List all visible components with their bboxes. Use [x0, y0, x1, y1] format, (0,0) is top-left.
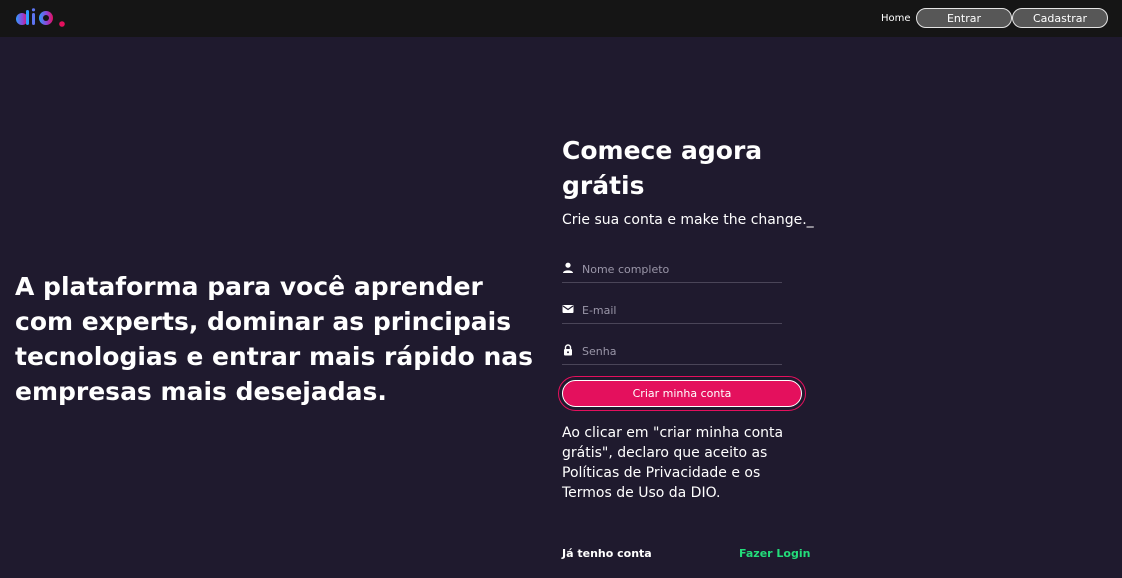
login-button[interactable]: Entrar [916, 8, 1012, 28]
person-icon [563, 262, 573, 273]
form-subtitle: Crie sua conta e make the change._ [562, 212, 814, 228]
signup-button[interactable]: Cadastrar [1012, 8, 1108, 28]
have-account-label: Já tenho conta [562, 547, 652, 560]
dio-logo[interactable] [15, 8, 67, 28]
password-input[interactable] [582, 342, 777, 360]
email-field [562, 301, 782, 324]
submit-button-outline: Criar minha conta [558, 376, 806, 411]
hero-headline: A plataforma para você aprender com expe… [15, 272, 534, 406]
email-icon [562, 305, 574, 313]
login-link[interactable]: Fazer Login [739, 546, 810, 562]
nav-home-link[interactable]: Home [881, 12, 911, 26]
top-navbar: Home Entrar Cadastrar [0, 0, 1122, 37]
lock-icon [564, 344, 572, 356]
form-title: Comece agora grátis [562, 136, 763, 200]
email-input[interactable] [582, 301, 777, 319]
create-account-button[interactable]: Criar minha conta [562, 380, 802, 407]
terms-text: Ao clicar em "criar minha conta grátis",… [562, 425, 784, 501]
name-field [562, 260, 782, 283]
password-field [562, 342, 782, 365]
name-input[interactable] [582, 260, 777, 278]
